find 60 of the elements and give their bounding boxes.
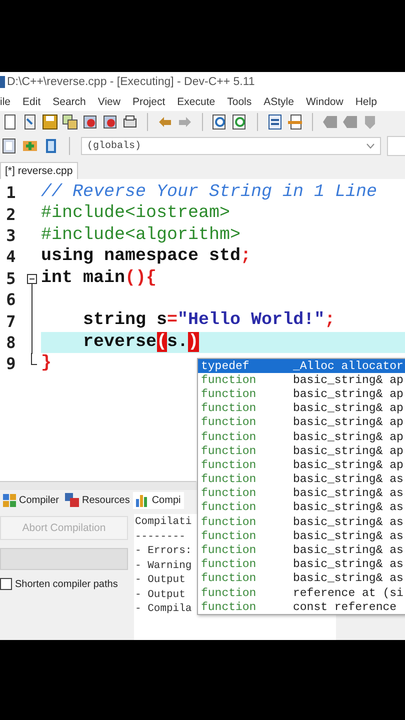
completion-item[interactable]: function basic_string& ap: [198, 444, 405, 458]
panel-tab[interactable]: Compi: [132, 492, 184, 508]
code-line: string s="Hello World!";: [82, 310, 336, 332]
code-line: #include<iostream>: [41, 203, 230, 225]
stacked-pages-icon: [65, 493, 80, 507]
checkbox[interactable]: [0, 578, 12, 590]
menu-item[interactable]: Edit: [22, 96, 41, 108]
grid-icon: [3, 494, 16, 506]
completion-item[interactable]: function basic_string& as: [198, 500, 405, 516]
menu-item[interactable]: AStyle: [264, 96, 294, 108]
book-icon[interactable]: [44, 138, 58, 154]
line-number: 2: [5, 204, 17, 224]
window-title: D:\C++\reverse.cpp - [Executing] - Dev-C++ 5.11: [7, 76, 255, 88]
line-number: 9: [5, 354, 17, 374]
code-line: #include<algorithm>: [41, 224, 241, 246]
line-number: 7: [5, 312, 17, 331]
windows-icon[interactable]: [62, 114, 78, 130]
app-icon: [0, 76, 5, 88]
chevron-down-icon: [366, 143, 375, 149]
bar-chart-icon: [136, 494, 149, 506]
completion-item[interactable]: function basic_string& ap: [198, 387, 405, 402]
checkbox-label: Shorten compiler paths: [15, 578, 118, 590]
list-icon[interactable]: [267, 114, 283, 130]
completion-item[interactable]: function basic_string& ap: [198, 373, 405, 388]
completion-item[interactable]: function basic_string& ap: [198, 416, 405, 430]
menu-item[interactable]: Window: [306, 96, 344, 108]
completion-item[interactable]: function basic_string& ap: [198, 402, 405, 416]
line-number: 1: [5, 183, 17, 202]
line-number: 6: [5, 290, 17, 310]
panel-tab[interactable]: Resources: [62, 491, 133, 509]
menu-item[interactable]: View: [98, 96, 120, 108]
scope-combo[interactable]: (globals): [81, 137, 381, 155]
completion-item[interactable]: typedef _Alloc allocator: [198, 359, 405, 374]
printer-icon[interactable]: [122, 114, 138, 130]
code-line: using namespace std;: [41, 246, 252, 268]
file-tab[interactable]: [*] reverse.cpp: [0, 162, 78, 179]
code-line: reverse(s.): [82, 332, 199, 354]
panel-tab[interactable]: Compiler: [0, 492, 62, 508]
menu-item[interactable]: ile: [0, 96, 11, 108]
page-icon[interactable]: [22, 114, 38, 130]
completion-item[interactable]: function basic_string& ap: [198, 458, 405, 472]
menu-item[interactable]: Search: [52, 96, 86, 108]
fold-end-line: [30, 353, 36, 366]
line-number: 3: [5, 226, 17, 245]
menu-item[interactable]: Help: [355, 96, 377, 108]
line-number: 8: [5, 332, 17, 352]
menu-item[interactable]: Project: [132, 96, 166, 108]
code-line: // Reverse Your String in 1 Line: [41, 182, 378, 204]
document-icon[interactable]: [2, 114, 18, 130]
add-icon[interactable]: [22, 138, 38, 154]
completion-item[interactable]: function basic_string& as: [198, 486, 405, 501]
completion-item[interactable]: function basic_string& as: [198, 472, 405, 487]
code-line: int main(){: [41, 268, 157, 289]
code-line: }: [41, 353, 52, 375]
save-icon[interactable]: [42, 114, 58, 130]
menu-item[interactable]: Tools: [227, 96, 252, 108]
menu-item[interactable]: Execute: [177, 96, 216, 108]
line-number: 5: [5, 268, 17, 288]
completion-item[interactable]: function basic_string& ap: [198, 430, 405, 444]
line-number: 4: [5, 247, 17, 266]
